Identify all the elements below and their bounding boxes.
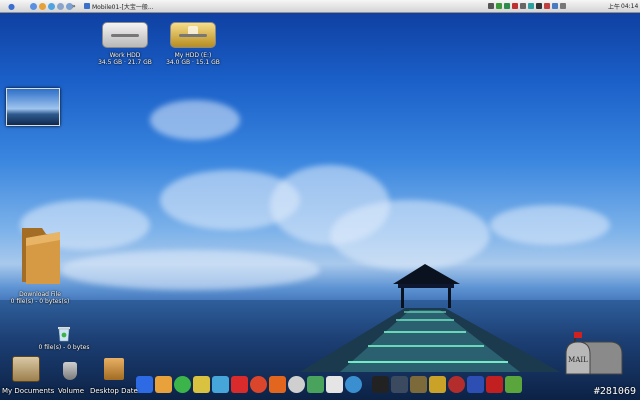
tray-settings-icon[interactable] xyxy=(528,3,534,9)
tray-network-icon[interactable] xyxy=(496,3,502,9)
mail-icon[interactable] xyxy=(57,2,64,10)
tray-keyboard-icon[interactable] xyxy=(560,3,566,9)
dock-app-photo-icon[interactable] xyxy=(155,376,172,393)
trash-icon xyxy=(58,327,70,342)
tray-alert-icon[interactable] xyxy=(512,3,518,9)
mailbox-label: MAIL xyxy=(568,356,588,364)
dock-label-volume: Volume xyxy=(58,387,85,395)
dock-label-desktop-date: Desktop Date xyxy=(90,387,138,395)
dock-app-pdf-icon[interactable] xyxy=(231,376,248,393)
dock-app-warcraft-icon[interactable] xyxy=(391,376,408,393)
dock-app-recycle-icon[interactable] xyxy=(174,376,191,393)
dock-app-virus-icon[interactable] xyxy=(250,376,267,393)
top-menu-bar: ● » Mobile01-[大宝一般... 上午 04:14 xyxy=(0,0,640,13)
my-documents-icon[interactable] xyxy=(12,356,40,382)
apple-menu-icon[interactable]: ● xyxy=(8,2,15,11)
download-folder-icon-group[interactable]: Download File 0 file(s) - 0 bytes(s) xyxy=(2,224,78,305)
my-hdd-capacity: 34.0 GB · 15.1 GB xyxy=(166,59,220,66)
my-hdd-icon-group[interactable]: My HDD (E:) 34.0 GB · 15.1 GB xyxy=(158,22,228,66)
tray-speaker-icon[interactable] xyxy=(520,3,526,9)
menu-clock[interactable]: 04:14 xyxy=(621,3,638,10)
desktop-date-folder-icon[interactable] xyxy=(104,358,124,380)
download-folder-info: 0 file(s) - 0 bytes(s) xyxy=(10,298,70,305)
tray-phone-icon[interactable] xyxy=(504,3,510,9)
dock-app-wow-icon[interactable] xyxy=(429,376,446,393)
work-hdd-icon-group[interactable]: Work HDD 34.5 GB · 21.7 GB xyxy=(90,22,160,66)
watermark-id: #281069 xyxy=(593,386,636,397)
ime-label[interactable]: 上午 xyxy=(608,2,620,11)
hard-drive-icon xyxy=(170,22,216,48)
tray-shield-icon[interactable] xyxy=(544,3,550,9)
dock-app-powerpoint-icon[interactable] xyxy=(269,376,286,393)
globe-icon[interactable] xyxy=(48,2,55,10)
tray-grid-icon[interactable] xyxy=(488,3,494,9)
volume-icon[interactable] xyxy=(63,362,77,380)
dock-app-files-icon[interactable] xyxy=(193,376,210,393)
dock-app-clock-icon[interactable] xyxy=(288,376,305,393)
dock-app-cat-icon[interactable] xyxy=(326,376,343,393)
dock-app-wings-icon[interactable] xyxy=(410,376,427,393)
photo-thumbnail[interactable] xyxy=(6,88,60,126)
dock-app-people-icon[interactable] xyxy=(212,376,229,393)
dock-app-map-icon[interactable] xyxy=(505,376,522,393)
dock-label-my-documents: My Documents xyxy=(2,387,55,395)
chevron-right-icon[interactable]: » xyxy=(72,3,76,10)
trash-info: 0 file(s) - 0 bytes xyxy=(38,344,90,351)
dock-app-ball-icon[interactable] xyxy=(448,376,465,393)
folder-icon xyxy=(22,228,60,284)
dock-app-spider-icon[interactable] xyxy=(486,376,503,393)
dock-app-steam-icon[interactable] xyxy=(372,376,389,393)
dock-app-game-icon[interactable] xyxy=(467,376,484,393)
taskbar-window-title[interactable]: Mobile01-[大宝一般... xyxy=(92,2,154,11)
finder-icon[interactable] xyxy=(30,2,37,10)
my-hdd-label: My HDD (E:) xyxy=(174,52,212,59)
download-folder-label: Download File xyxy=(19,291,61,298)
dock-bar xyxy=(0,356,640,400)
browser-icon[interactable] xyxy=(39,2,46,10)
window-app-icon xyxy=(84,3,90,9)
dock-app-money-icon[interactable] xyxy=(307,376,324,393)
tray-monitor-icon[interactable] xyxy=(536,3,542,9)
work-hdd-capacity: 34.5 GB · 21.7 GB xyxy=(98,59,152,66)
work-hdd-label: Work HDD xyxy=(109,52,141,59)
dock-app-gear-icon[interactable] xyxy=(345,376,362,393)
hard-drive-icon xyxy=(102,22,148,48)
dock-app-bluetooth-icon[interactable] xyxy=(136,376,153,393)
trash-icon-group[interactable]: 0 file(s) - 0 bytes xyxy=(26,326,102,351)
tray-battery-icon[interactable] xyxy=(552,3,558,9)
